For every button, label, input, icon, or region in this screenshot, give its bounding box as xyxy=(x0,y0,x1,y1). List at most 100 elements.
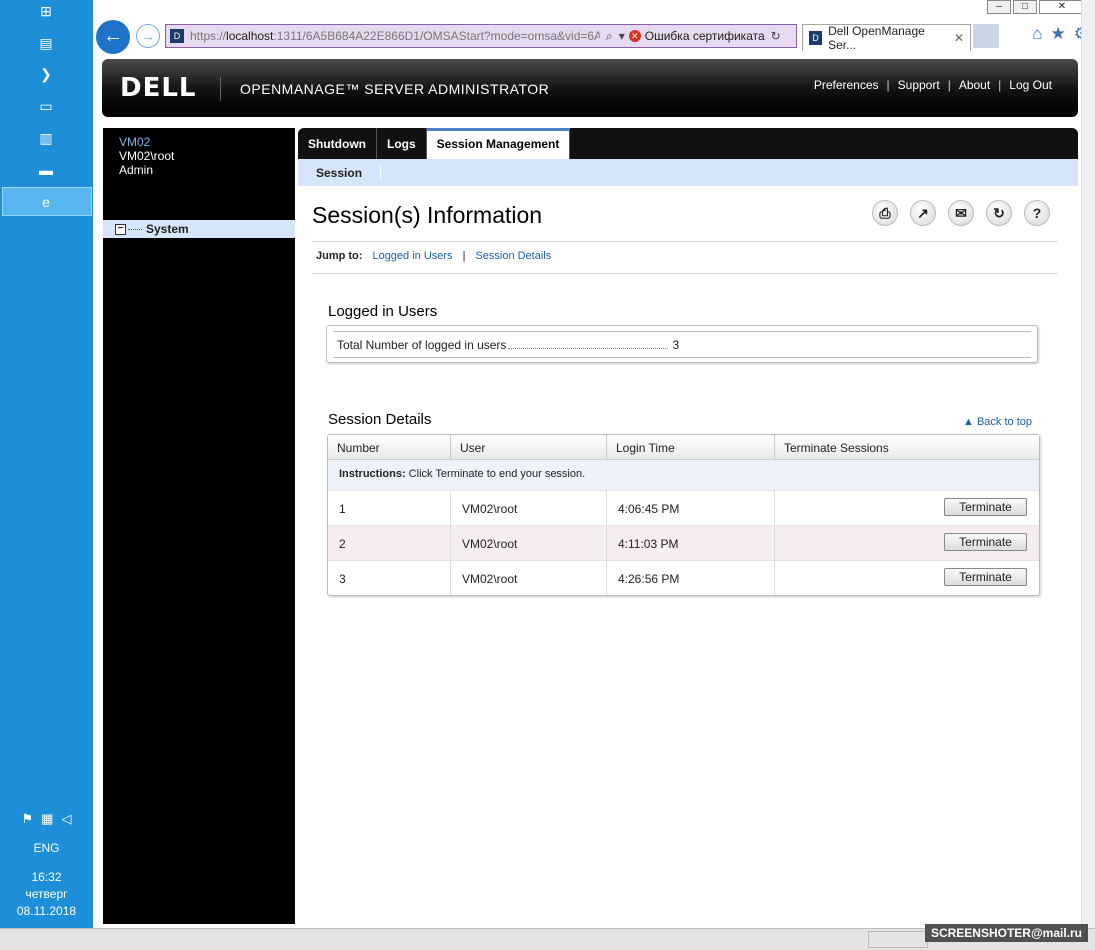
volume-muted-icon[interactable]: ◁ xyxy=(61,811,71,827)
row-login-time: 4:26:56 PM xyxy=(607,561,775,595)
subtab-session[interactable]: Session xyxy=(298,165,382,180)
preferences-link[interactable]: Preferences xyxy=(814,78,879,92)
collapse-icon[interactable]: − xyxy=(115,223,126,235)
internet-explorer-icon[interactable]: e xyxy=(36,193,56,211)
new-tab-button[interactable] xyxy=(973,24,999,48)
dropdown-icon[interactable]: ▾ xyxy=(619,29,625,43)
terminate-button[interactable]: Terminate xyxy=(944,498,1027,516)
logout-link[interactable]: Log Out xyxy=(1009,78,1052,92)
export-icon[interactable]: ↗ xyxy=(910,200,936,226)
language-indicator[interactable]: ENG xyxy=(0,841,93,855)
dell-logo: DELL xyxy=(120,73,197,103)
favorites-star-icon[interactable]: ★ xyxy=(1051,24,1066,44)
main-content: Shutdown Logs Session Management Session… xyxy=(298,128,1078,924)
forward-button[interactable]: → xyxy=(136,24,160,48)
jump-logged-in-users-link[interactable]: Logged in Users xyxy=(372,250,452,262)
logged-in-users-heading: Logged in Users xyxy=(328,303,438,320)
host-name[interactable]: VM02 xyxy=(119,135,295,149)
row-action: Terminate xyxy=(775,561,1039,595)
row-number: 1 xyxy=(328,491,451,525)
logged-in-users-box: Total Number of logged in users 3 xyxy=(326,325,1038,363)
url-text[interactable]: https://localhost:1311/6A5B684A22E866D1/… xyxy=(190,29,600,43)
minimize-button[interactable]: – xyxy=(987,0,1011,14)
row-number: 2 xyxy=(328,526,451,560)
up-arrow-icon: ▲ xyxy=(963,416,977,428)
row-user: VM02\root xyxy=(451,491,607,525)
column-user: User xyxy=(451,435,607,459)
divider xyxy=(312,273,1057,274)
instructions-label: Instructions: xyxy=(339,468,406,480)
product-title: OPENMANAGE™ SERVER ADMINISTRATOR xyxy=(240,81,550,97)
close-window-button[interactable]: ✕ xyxy=(1039,0,1085,14)
divider xyxy=(312,241,1057,242)
user-name: VM02\root xyxy=(119,149,175,163)
vertical-scrollbar[interactable] xyxy=(1081,0,1095,928)
browser-tab[interactable]: D Dell OpenManage Ser... ✕ xyxy=(802,24,971,52)
column-terminate: Terminate Sessions xyxy=(784,441,889,455)
tab-session-management[interactable]: Session Management xyxy=(426,128,571,159)
row-user: VM02\root xyxy=(451,561,607,595)
search-icon[interactable]: ⌕ xyxy=(606,29,613,44)
certificate-error-label: Ошибка сертификата xyxy=(644,29,765,43)
cmd-icon[interactable]: ▬ xyxy=(36,161,56,179)
total-users-value: 3 xyxy=(672,337,680,352)
back-button[interactable]: ← xyxy=(96,20,130,54)
url-host: localhost xyxy=(226,29,274,43)
powershell-icon[interactable]: ❯ xyxy=(36,65,56,83)
tab-logs[interactable]: Logs xyxy=(377,128,427,159)
terminate-button[interactable]: Terminate xyxy=(944,568,1027,586)
left-nav-panel: VM02 VM02\root Admin − System xyxy=(103,128,295,924)
maximize-button[interactable]: □ xyxy=(1013,0,1037,14)
back-to-top-link[interactable]: ▲ Back to top xyxy=(963,416,1032,428)
subtab-bar: Session xyxy=(298,159,1078,186)
system-tray: ⚑ ▦ ◁ ENG 16:32 четверг 08.11.2018 xyxy=(0,805,93,920)
row-login-time: 4:06:45 PM xyxy=(607,491,775,525)
server-manager-icon[interactable]: ▤ xyxy=(36,34,56,52)
jump-session-details-link[interactable]: Session Details xyxy=(475,250,551,262)
site-favicon-icon: D xyxy=(170,29,184,43)
browser-window: – □ ✕ ← → D https://localhost:1311/6A5B6… xyxy=(93,0,1095,928)
browser-chrome: – □ ✕ ← → D https://localhost:1311/6A5B6… xyxy=(93,0,1095,55)
link-separator: | xyxy=(886,78,890,92)
back-to-top-label: Back to top xyxy=(976,416,1032,428)
tree-item-label: System xyxy=(146,222,189,236)
action-center-icon[interactable]: ⚑ xyxy=(22,811,34,827)
home-icon[interactable]: ⌂ xyxy=(1032,24,1042,44)
close-tab-icon[interactable]: ✕ xyxy=(954,31,964,45)
table-row: 1 VM02\root 4:06:45 PM Terminate xyxy=(328,490,1039,525)
error-icon: ✕ xyxy=(628,30,641,42)
refresh-icon[interactable]: ↻ xyxy=(771,29,781,43)
file-explorer-icon[interactable]: ▭ xyxy=(36,97,56,115)
support-link[interactable]: Support xyxy=(898,78,940,92)
refresh-icon[interactable]: ↻ xyxy=(986,200,1012,226)
row-action: Terminate xyxy=(775,526,1039,560)
about-link[interactable]: About xyxy=(959,78,990,92)
column-number: Number xyxy=(328,435,451,459)
url-prefix: https:// xyxy=(190,29,227,43)
header-divider xyxy=(220,77,221,101)
instructions-text: Click Terminate to end your session. xyxy=(405,468,586,480)
url-rest: :1311/6A5B684A22E866D1/OMSAStart?mode=om… xyxy=(273,29,600,43)
address-bar[interactable]: D https://localhost:1311/6A5B684A22E866D… xyxy=(165,24,797,48)
clock[interactable]: 16:32 четверг 08.11.2018 xyxy=(0,869,93,920)
omsa-header: DELL OPENMANAGE™ SERVER ADMINISTRATOR Pr… xyxy=(102,59,1078,117)
network-status-icon[interactable]: ▦ xyxy=(41,811,53,827)
session-table: Number User Login Time Terminate Session… xyxy=(327,434,1040,596)
certificate-error[interactable]: ✕ Ошибка сертификата xyxy=(628,29,765,43)
windows-start-icon[interactable]: ⊞ xyxy=(36,2,56,20)
user-role: Admin xyxy=(119,163,154,177)
tree-item-system[interactable]: − System xyxy=(103,220,295,238)
jump-to-label: Jump to: xyxy=(316,250,363,262)
windows-taskbar: ⊞ ▤ ❯ ▭ ▥ ▬ e ⚑ ▦ ◁ ENG 16:32 четверг 08… xyxy=(0,0,93,928)
clock-time: 16:32 xyxy=(31,870,62,884)
help-icon[interactable]: ? xyxy=(1024,200,1050,226)
email-icon[interactable]: ✉ xyxy=(948,200,974,226)
jump-separator: | xyxy=(462,250,466,262)
tab-shutdown[interactable]: Shutdown xyxy=(298,128,377,159)
table-row: 2 VM02\root 4:11:03 PM Terminate xyxy=(328,525,1039,560)
tab-title: Dell OpenManage Ser... xyxy=(828,24,925,52)
jump-to-bar: Jump to: Logged in Users | Session Detai… xyxy=(316,250,551,262)
network-icon[interactable]: ▥ xyxy=(36,129,56,147)
terminate-button[interactable]: Terminate xyxy=(944,533,1027,551)
print-icon[interactable]: ⎙ xyxy=(872,200,898,226)
